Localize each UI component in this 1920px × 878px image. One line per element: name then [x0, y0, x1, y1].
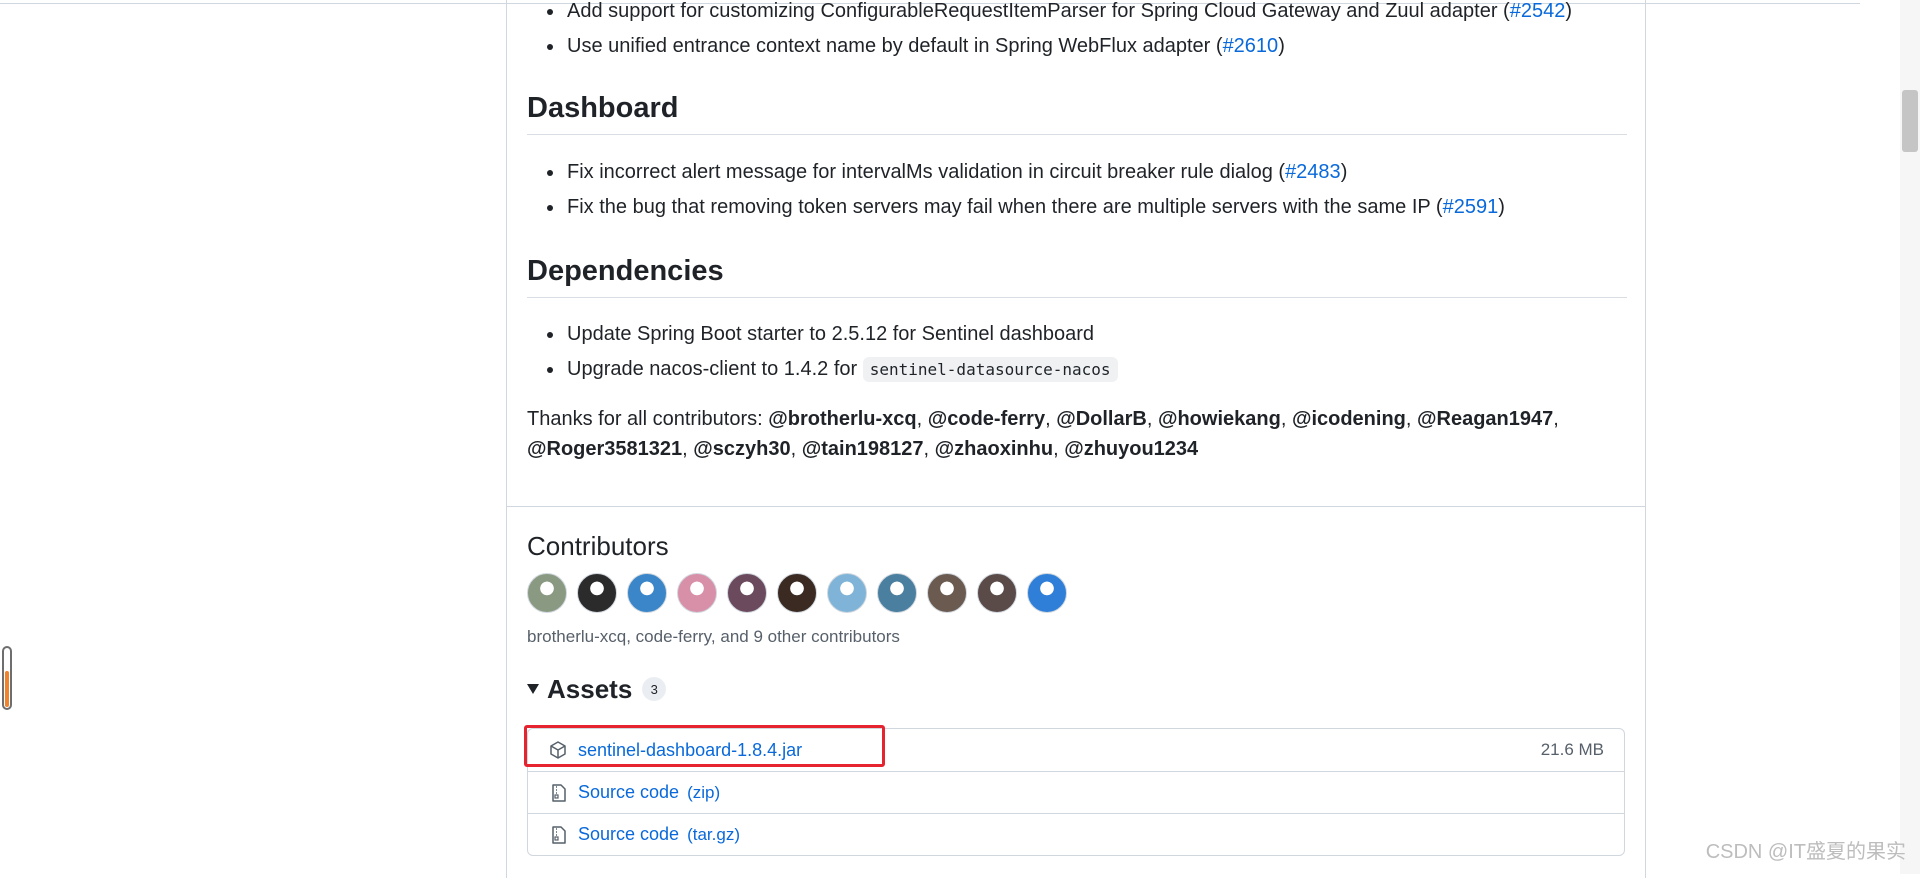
side-progress-widget[interactable] — [2, 646, 12, 710]
contributor-mention[interactable]: @code-ferry — [928, 408, 1045, 430]
avatar[interactable] — [1027, 573, 1067, 613]
asset-row: sentinel-dashboard-1.8.4.jar 21.6 MB — [528, 729, 1624, 771]
avatar[interactable] — [827, 573, 867, 613]
contributor-mention[interactable]: @tain198127 — [802, 438, 924, 460]
assets-list: sentinel-dashboard-1.8.4.jar 21.6 MB Sou… — [527, 728, 1625, 856]
source-code-targz-link[interactable]: Source code — [578, 824, 679, 845]
issue-link[interactable]: #2610 — [1223, 35, 1279, 57]
file-zip-icon — [548, 782, 570, 804]
dependencies-heading: Dependencies — [527, 251, 1627, 298]
list-item: Update Spring Boot starter to 2.5.12 for… — [527, 317, 1607, 352]
package-icon — [548, 739, 570, 761]
avatar[interactable] — [877, 573, 917, 613]
contributor-mention[interactable]: @Roger3581321 — [527, 438, 682, 460]
scrollbar[interactable] — [1900, 0, 1920, 874]
issue-link[interactable]: #2591 — [1443, 196, 1499, 218]
adapter-notes-list: Add support for customizing Configurable… — [527, 0, 1607, 64]
side-progress-fill — [5, 671, 9, 707]
scrollbar-thumb[interactable] — [1902, 90, 1918, 152]
avatar[interactable] — [677, 573, 717, 613]
avatar[interactable] — [627, 573, 667, 613]
contributor-mention[interactable]: @brotherlu-xcq — [768, 408, 916, 430]
avatar[interactable] — [727, 573, 767, 613]
contributor-mention[interactable]: @Reagan1947 — [1417, 408, 1553, 430]
release-card: Add support for customizing Configurable… — [506, 0, 1646, 878]
asset-download-link[interactable]: sentinel-dashboard-1.8.4.jar — [578, 740, 802, 761]
dashboard-heading: Dashboard — [527, 88, 1627, 135]
list-item: Add support for customizing Configurable… — [527, 0, 1607, 29]
avatar[interactable] — [777, 573, 817, 613]
avatar[interactable] — [577, 573, 617, 613]
avatar[interactable] — [977, 573, 1017, 613]
dependencies-notes-list: Update Spring Boot starter to 2.5.12 for… — [527, 317, 1607, 387]
contributor-avatars — [527, 573, 1067, 613]
triangle-down-icon — [527, 684, 539, 694]
contributor-mention[interactable]: @howiekang — [1158, 408, 1281, 430]
contributor-mention[interactable]: @icodening — [1292, 408, 1406, 430]
asset-row: Source code (zip) — [528, 771, 1624, 813]
assets-toggle[interactable]: Assets 3 — [527, 672, 667, 706]
contributors-heading: Contributors — [527, 531, 669, 561]
source-code-zip-link[interactable]: Source code — [578, 782, 679, 803]
assets-heading: Assets — [547, 673, 633, 704]
asset-extension: (zip) — [687, 782, 721, 802]
issue-link[interactable]: #2542 — [1510, 0, 1566, 22]
list-item: Upgrade nacos-client to 1.4.2 for sentin… — [527, 352, 1607, 387]
asset-size: 21.6 MB — [1540, 740, 1604, 759]
list-item: Fix the bug that removing token servers … — [527, 190, 1607, 225]
avatar[interactable] — [927, 573, 967, 613]
release-notes-body: Add support for customizing Configurable… — [507, 0, 1645, 507]
thanks-paragraph: Thanks for all contributors: @brotherlu-… — [527, 408, 1559, 460]
contributor-mention[interactable]: @zhaoxinhu — [935, 438, 1053, 460]
avatar[interactable] — [527, 573, 567, 613]
watermark: CSDN @IT盛夏的果实 — [1705, 841, 1906, 863]
inline-code: sentinel-datasource-nacos — [862, 357, 1118, 382]
dashboard-notes-list: Fix incorrect alert message for interval… — [527, 155, 1607, 225]
contributors-summary: brotherlu-xcq, code-ferry, and 9 other c… — [527, 627, 900, 646]
list-item: Use unified entrance context name by def… — [527, 29, 1607, 64]
contributor-mention[interactable]: @DollarB — [1056, 408, 1147, 430]
asset-extension: (tar.gz) — [687, 824, 740, 844]
asset-row: Source code (tar.gz) — [528, 813, 1624, 855]
contributor-mention[interactable]: @zhuyou1234 — [1064, 438, 1198, 460]
assets-count-badge: 3 — [642, 677, 667, 701]
list-item: Fix incorrect alert message for interval… — [527, 155, 1607, 190]
contributor-mention[interactable]: @sczyh30 — [693, 438, 790, 460]
issue-link[interactable]: #2483 — [1285, 161, 1341, 183]
file-zip-icon — [548, 824, 570, 846]
